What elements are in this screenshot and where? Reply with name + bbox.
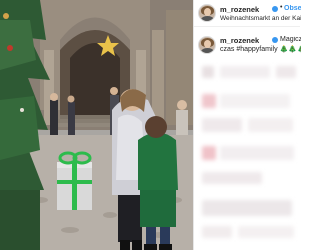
avatar[interactable] — [198, 4, 216, 22]
caption-text: Magiczny świąteczny — [280, 36, 301, 43]
post-photo-illustration — [0, 0, 193, 250]
verified-icon — [272, 6, 278, 12]
caption-username[interactable]: m_rozenek — [220, 36, 259, 45]
location-link[interactable]: Weihnachtsmarkt an der Kaiser-Wilh — [220, 15, 301, 22]
verified-icon — [272, 37, 278, 43]
post-photo[interactable] — [0, 0, 193, 250]
caption-avatar[interactable] — [198, 36, 216, 54]
post-sidebar: m_rozenek • Obserwowanie Weihnachtsmarkt… — [193, 0, 301, 250]
separator-dot: • — [280, 4, 283, 11]
comments-area-blurred — [194, 60, 301, 250]
post-header: m_rozenek • Obserwowanie Weihnachtsmarkt… — [194, 0, 301, 27]
header-username[interactable]: m_rozenek — [220, 5, 259, 14]
caption-text-line2: czas #happyfamily 🎄🎄🎄 — [220, 46, 301, 53]
follow-button[interactable]: Obserwowanie — [284, 5, 301, 12]
